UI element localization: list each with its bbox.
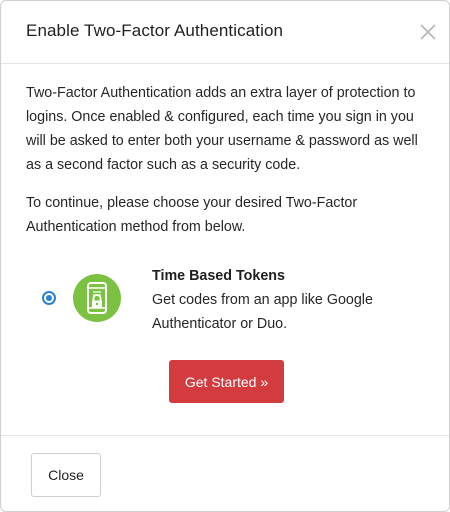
continue-text: To continue, please choose your desired … [26,195,358,235]
dialog-footer: Close [1,435,449,511]
close-x-icon[interactable] [417,21,439,43]
get-started-button[interactable]: Get Started » [169,360,284,403]
phone-lock-icon [73,274,121,322]
close-button[interactable]: Close [31,453,101,497]
dialog-header: Enable Two-Factor Authentication [1,1,449,64]
two-factor-dialog: Enable Two-Factor Authentication Two-Fac… [0,0,450,512]
method-title: Time Based Tokens [152,268,285,284]
method-description: Get codes from an app like Google Authen… [152,292,373,332]
method-option-time-based-tokens[interactable]: Time Based Tokens Get codes from an app … [1,262,449,342]
method-radio[interactable] [42,291,56,305]
dialog-body: Two-Factor Authentication adds an extra … [1,64,449,435]
intro-text: Two-Factor Authentication adds an extra … [26,85,418,173]
dialog-title: Enable Two-Factor Authentication [26,21,284,40]
